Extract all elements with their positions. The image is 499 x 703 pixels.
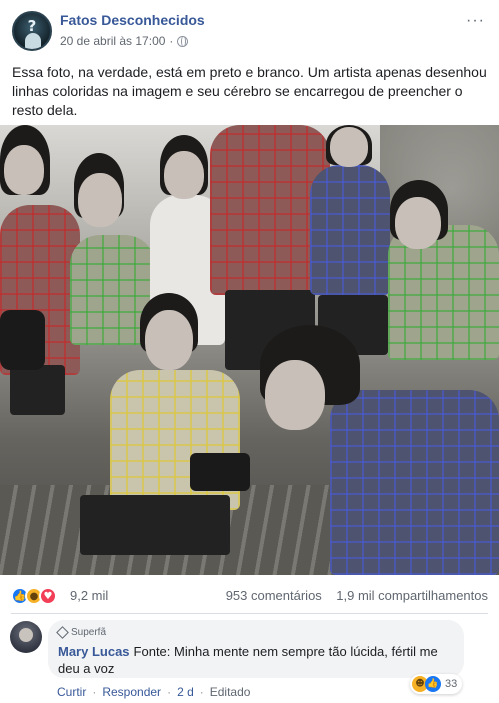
meta-separator: ·	[169, 34, 174, 48]
superfan-badge: Superfã	[56, 626, 107, 639]
divider	[11, 613, 488, 614]
post-timestamp[interactable]: 20 de abril às 17:00	[60, 34, 165, 48]
reaction-count[interactable]: 9,2 mil	[70, 588, 108, 603]
action-separator: ·	[92, 685, 97, 699]
post-photo[interactable]	[0, 125, 499, 575]
engagement-stats: 953 comentários 1,9 mil compartilhamento…	[226, 588, 488, 603]
comment-text: Mary Lucas Fonte: Minha mente nem sempre …	[58, 643, 458, 677]
post-text: Essa foto, na verdade, está em preto e b…	[12, 64, 487, 118]
badge-label: Superfã	[71, 627, 107, 638]
comment-bubble: Superfã Mary Lucas Fonte: Minha mente nem…	[48, 620, 464, 678]
comment-author-link[interactable]: Mary Lucas	[58, 644, 130, 659]
love-reaction-icon: ♥	[39, 587, 57, 605]
page-name-link[interactable]: Fatos Desconhecidos	[60, 12, 205, 28]
comment-reaction-count: 33	[445, 678, 458, 690]
comments-count-link[interactable]: 953 comentários	[226, 588, 322, 603]
action-separator: ·	[199, 685, 204, 699]
commenter-avatar[interactable]	[10, 621, 42, 653]
like-reaction-icon: 👍	[425, 676, 441, 692]
comment-reactions[interactable]: ☻ 👍 33	[410, 674, 463, 694]
shares-count-link[interactable]: 1,9 mil compartilhamentos	[336, 588, 488, 603]
comment-edited-label[interactable]: Editado	[210, 685, 251, 699]
comment-actions: Curtir · Responder · 2 d · Editado	[57, 685, 250, 699]
reactions-row: 👍 ● ♥ 9,2 mil 953 comentários 1,9 mil co…	[0, 583, 499, 609]
page-avatar[interactable]: ?	[12, 11, 52, 51]
globe-icon	[177, 35, 189, 47]
comment-reply-button[interactable]: Responder	[102, 685, 161, 699]
post-header: ? Fatos Desconhecidos 20 de abril às 17:…	[0, 0, 499, 58]
more-options-icon[interactable]: ···	[466, 12, 485, 30]
comment-like-button[interactable]: Curtir	[57, 685, 86, 699]
comment-time-link[interactable]: 2 d	[177, 685, 194, 699]
reaction-icons[interactable]: 👍 ● ♥	[11, 587, 57, 605]
post-meta: 20 de abril às 17:00 ·	[60, 34, 189, 48]
diamond-icon	[56, 626, 69, 639]
action-separator: ·	[167, 685, 172, 699]
